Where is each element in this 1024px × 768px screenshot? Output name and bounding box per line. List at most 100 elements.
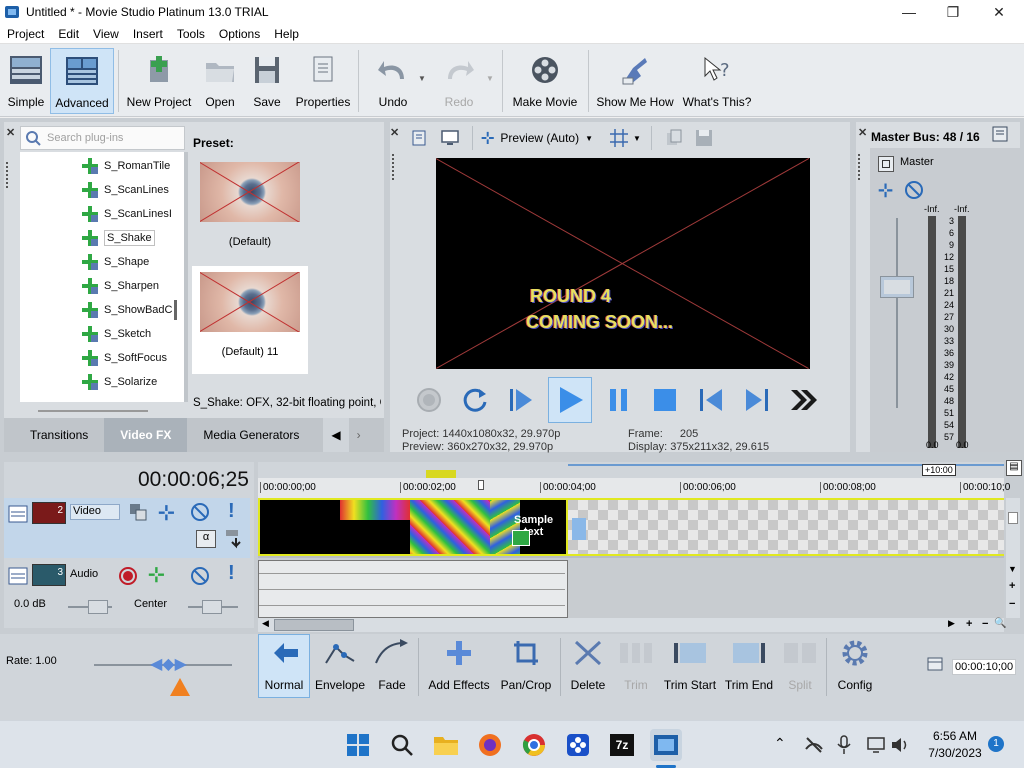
overlays-chevron-down-icon[interactable]: ▼ [633,134,641,143]
playhead-marker[interactable] [478,480,484,490]
microphone-icon[interactable] [836,735,852,755]
plugin-search-input[interactable]: Search plug-ins [20,126,185,150]
go-to-start-button[interactable] [692,380,730,420]
audio-track-lane[interactable] [258,560,1004,618]
play-from-start-button[interactable] [502,380,540,420]
clock-date[interactable]: 7/30/2023 [920,746,990,760]
plugin-list-item[interactable]: S_SoftFocus [20,346,185,370]
video-track-lane[interactable]: Sample text [258,498,1004,558]
audio-fx-icon[interactable]: ⊹ [148,562,165,587]
make-movie-button[interactable]: Make Movie [508,48,582,114]
go-to-end-button[interactable] [738,380,776,420]
menu-options[interactable]: Options [212,27,267,41]
audio-clip[interactable] [258,560,568,618]
hscroll-thumb[interactable] [274,619,354,631]
zoom-in-vertical-icon[interactable]: + [1009,580,1015,592]
video-track-header[interactable]: 2 Video ⊹ ! α [4,498,250,558]
plugin-list-scrollbar[interactable] [174,300,177,320]
volume-slider-handle[interactable] [88,600,108,614]
chevron-up-icon[interactable]: ⌃ [774,735,786,752]
generated-media-clip[interactable] [568,498,1004,556]
advanced-button[interactable]: Advanced [50,48,114,114]
solo-track-icon[interactable]: ! [228,500,235,523]
trim-end-button[interactable]: Trim End [724,636,774,700]
clip-trim-handle[interactable] [572,518,586,540]
clock-time[interactable]: 6:56 AM [924,729,986,743]
pause-button[interactable] [600,380,638,420]
panel-close-icon[interactable]: ✕ [858,126,867,139]
volume-icon[interactable] [890,735,910,755]
mute-track-icon[interactable] [190,502,210,522]
add-effects-button[interactable]: Add Effects [426,636,492,700]
firefox-icon[interactable] [474,729,506,761]
track-expand-icon[interactable] [8,566,28,586]
menu-view[interactable]: View [86,27,126,41]
vscroll-thumb[interactable] [1008,512,1018,524]
zoom-out-horizontal-icon[interactable]: − [982,618,988,630]
menu-insert[interactable]: Insert [126,27,170,41]
delete-button[interactable]: Delete [566,636,610,700]
minimize-button[interactable]: — [886,0,932,24]
app-dots-icon[interactable] [562,729,594,761]
split-button[interactable]: Split [778,636,822,700]
pan-slider-handle[interactable] [202,600,222,614]
chrome-icon[interactable] [518,729,550,761]
tab-scroll-right-button[interactable]: › [349,418,369,452]
mute-track-icon[interactable] [190,566,210,586]
preview-quality-dropdown[interactable]: ⊹ Preview (Auto) ▼ [481,128,593,148]
tab-video-fx[interactable]: Video FX [104,418,188,452]
video-track-name[interactable]: Video [70,504,120,520]
plugin-list-hscrollbar[interactable] [38,410,148,412]
zoom-tool-icon[interactable]: 🔍 [994,618,1006,629]
network-offline-icon[interactable] [804,735,824,755]
overlays-grid-icon[interactable] [607,126,631,150]
master-fader-handle[interactable] [880,276,914,298]
loop-region-marker[interactable] [426,470,456,478]
menu-tools[interactable]: Tools [170,27,212,41]
open-button[interactable]: Open [200,48,240,114]
event-fx-icon[interactable] [512,530,530,546]
compositing-mode-icon[interactable] [128,502,148,522]
timeline-overview[interactable]: +10:00 [258,462,1004,478]
plugin-list-item[interactable]: S_ScanLines [20,178,185,202]
panel-splitter[interactable] [184,152,188,402]
plugin-list-item[interactable]: S_Shape [20,250,185,274]
movie-studio-taskbar-icon[interactable] [650,729,682,761]
simple-button[interactable]: Simple [4,48,48,114]
solo-track-icon[interactable]: ! [228,562,235,585]
timeline-marker-icon[interactable]: ▤ [1006,460,1022,476]
maximize-button[interactable]: ❐ [930,0,976,24]
preset-default[interactable]: (Default) [194,162,306,258]
plugin-list-item[interactable]: S_ShowBadC [20,298,185,322]
undo-button[interactable]: Undo [370,48,416,114]
record-button[interactable] [410,380,448,420]
search-taskbar-icon[interactable] [386,729,418,761]
panel-close-icon[interactable]: ✕ [6,126,15,139]
make-compositing-child-icon[interactable] [224,528,244,550]
mute-icon[interactable] [904,180,924,200]
timeline-hscrollbar[interactable]: ◀ ▶ + − 🔍 [258,618,1006,632]
properties-button[interactable]: Properties [294,48,352,114]
scroll-down-icon[interactable]: ▼ [1008,564,1017,574]
file-explorer-icon[interactable] [430,729,462,761]
panel-grip-handle[interactable] [6,162,10,188]
scroll-left-icon[interactable]: ◀ [262,618,270,632]
redo-button[interactable]: Redo [436,48,482,114]
copy-snapshot-icon[interactable] [662,126,686,150]
show-me-how-button[interactable]: Show Me How [594,48,676,114]
panel-grip-handle[interactable] [392,154,396,180]
play-button[interactable] [548,377,592,423]
new-project-button[interactable]: New Project [124,48,194,114]
tab-media-generators[interactable]: Media Generators [187,418,315,452]
save-snapshot-icon[interactable] [692,126,716,150]
zoom-in-horizontal-icon[interactable]: + [966,618,972,630]
more-controls-button[interactable] [784,380,822,420]
audio-track-header[interactable]: 3 Audio ⊹ ! 0.0 dB Center [4,560,250,622]
track-fx-icon[interactable]: ⊹ [158,500,175,525]
start-button[interactable] [342,729,374,761]
tab-scroll-left-button[interactable]: ◀ [323,418,349,452]
save-button[interactable]: Save [248,48,286,114]
bus-fx-icon[interactable]: ⊹ [878,180,898,200]
notification-badge[interactable]: 1 [988,736,1004,752]
timeline-vscrollbar[interactable]: ▼ + − [1006,498,1020,618]
